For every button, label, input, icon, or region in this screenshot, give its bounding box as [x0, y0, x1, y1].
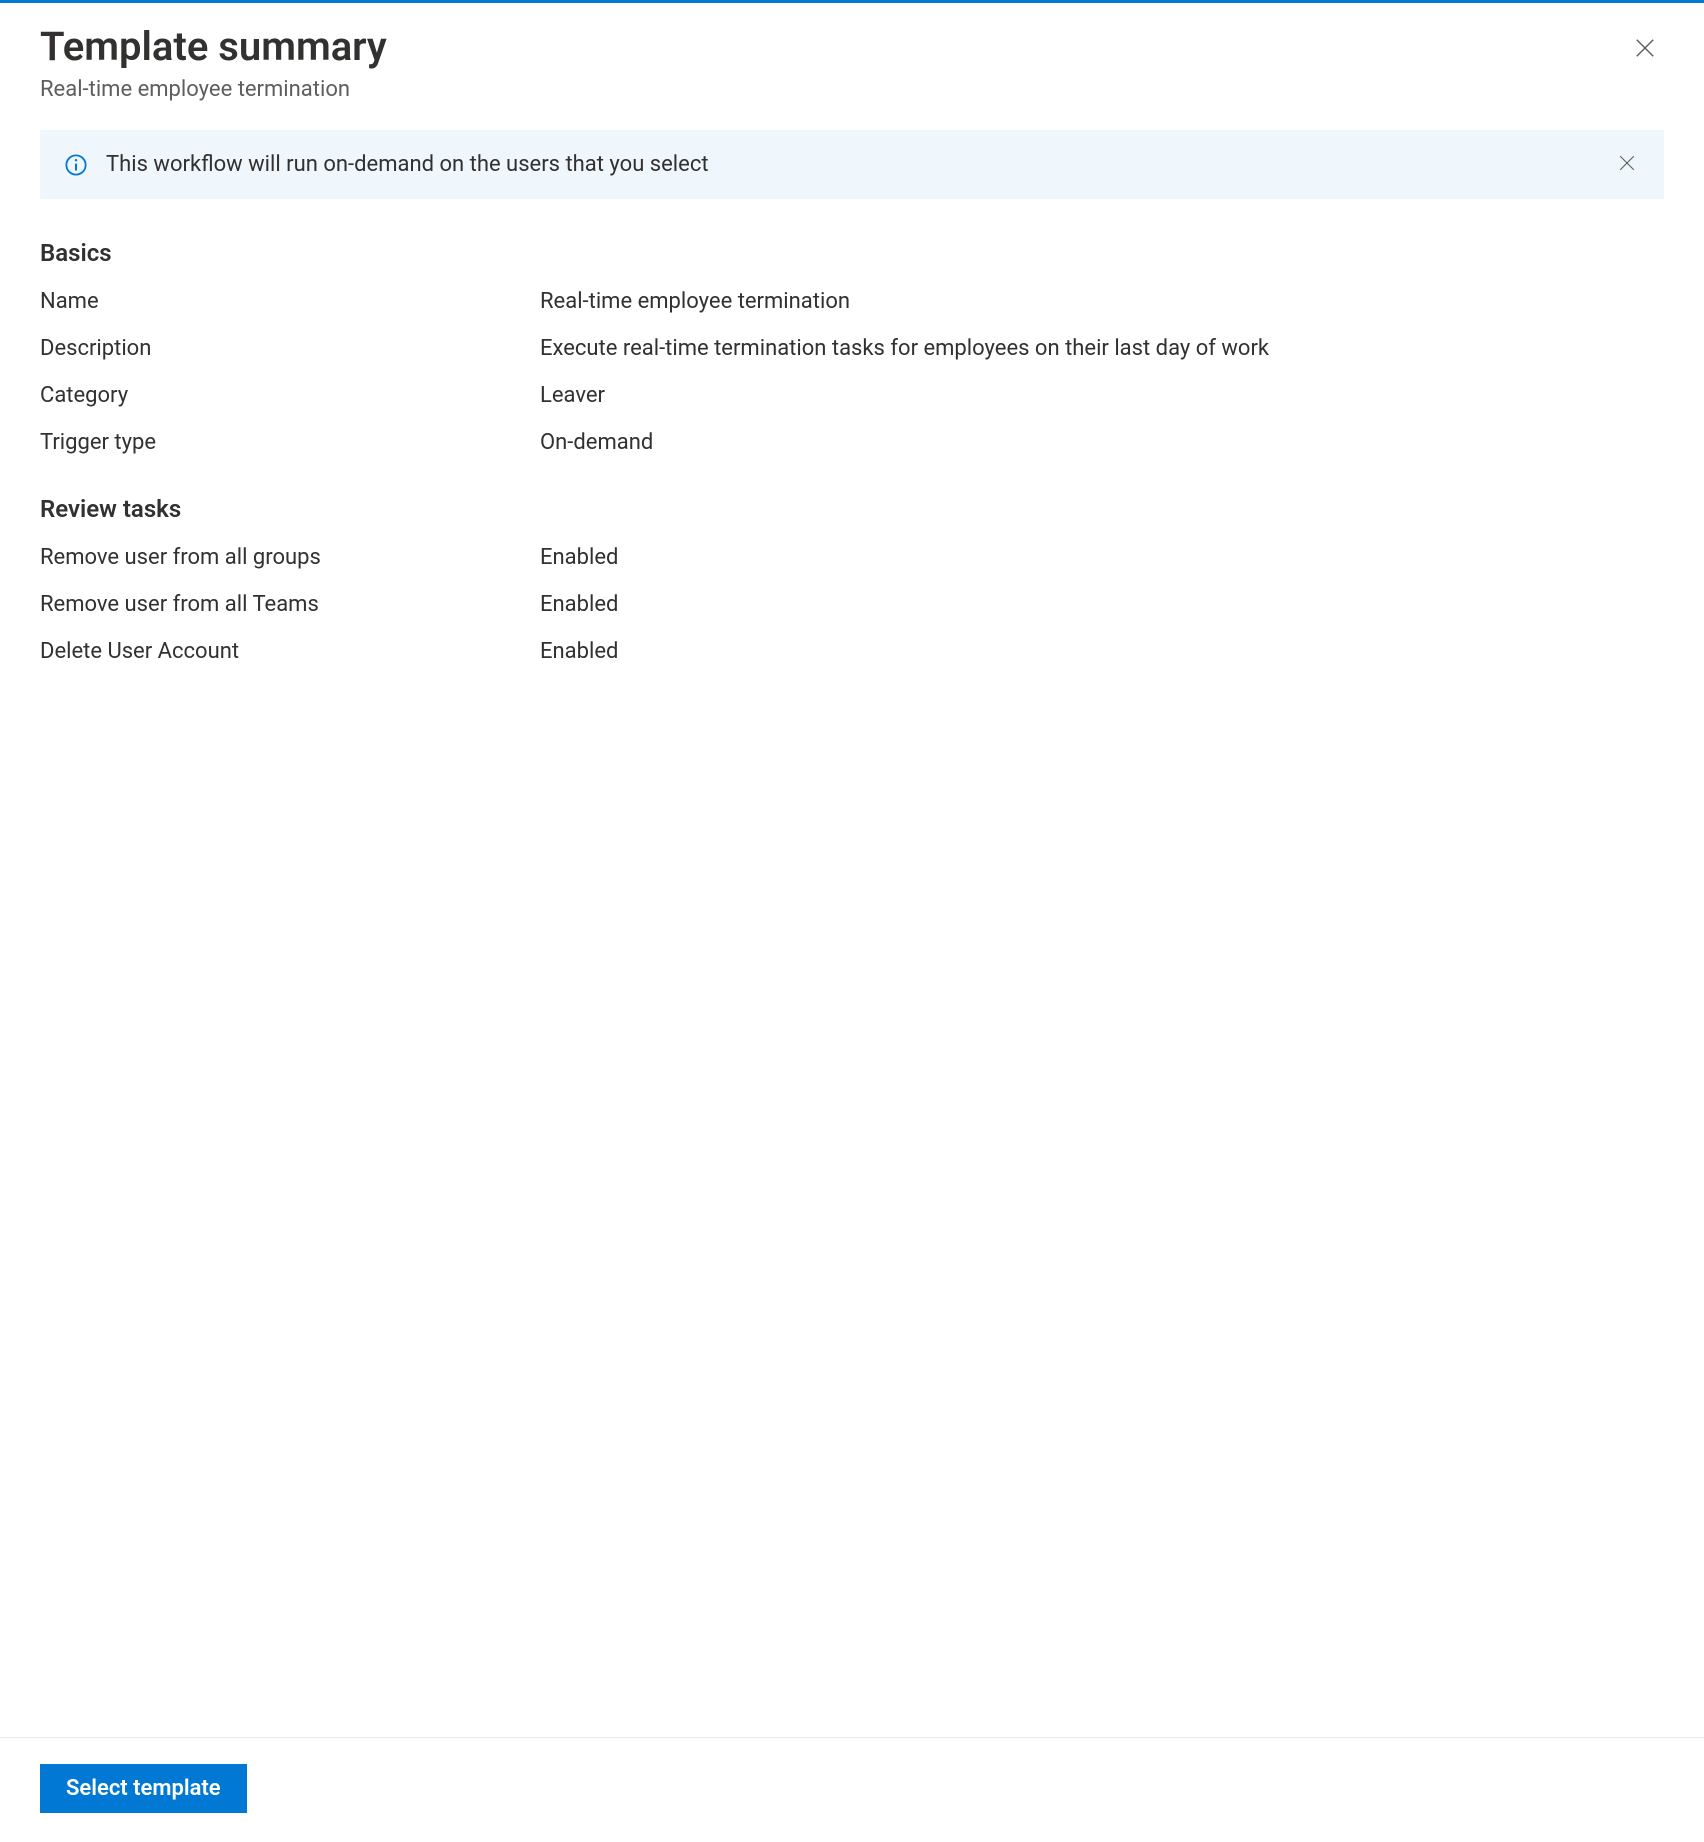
header-text-block: Template summary Real-time employee term…: [40, 23, 387, 102]
info-banner-text: This workflow will run on-demand on the …: [106, 152, 709, 177]
value-remove-groups: Enabled: [540, 541, 618, 574]
label-description: Description: [40, 332, 540, 365]
value-category: Leaver: [540, 379, 605, 412]
section-heading-basics: Basics: [40, 239, 1664, 267]
label-delete-user: Delete User Account: [40, 635, 540, 668]
template-summary-panel: Template summary Real-time employee term…: [0, 3, 1704, 1839]
dismiss-banner-button[interactable]: [1614, 150, 1640, 179]
basics-section: Basics Name Real-time employee terminati…: [40, 239, 1664, 459]
kv-row: Remove user from all Teams Enabled: [40, 588, 1664, 621]
kv-row: Trigger type On-demand: [40, 426, 1664, 459]
value-trigger-type: On-demand: [540, 426, 653, 459]
value-delete-user: Enabled: [540, 635, 618, 668]
select-template-button[interactable]: Select template: [40, 1764, 247, 1813]
label-trigger-type: Trigger type: [40, 426, 540, 459]
info-banner-content: This workflow will run on-demand on the …: [64, 152, 709, 177]
kv-row: Name Real-time employee termination: [40, 285, 1664, 318]
value-description: Execute real-time termination tasks for …: [540, 332, 1269, 365]
close-button[interactable]: [1626, 29, 1664, 70]
page-subtitle: Real-time employee termination: [40, 77, 387, 102]
page-title: Template summary: [40, 23, 387, 71]
label-remove-teams: Remove user from all Teams: [40, 588, 540, 621]
value-name: Real-time employee termination: [540, 285, 850, 318]
section-heading-tasks: Review tasks: [40, 495, 1664, 523]
label-category: Category: [40, 379, 540, 412]
panel-content: Basics Name Real-time employee terminati…: [0, 199, 1704, 1737]
label-remove-groups: Remove user from all groups: [40, 541, 540, 574]
label-name: Name: [40, 285, 540, 318]
kv-row: Remove user from all groups Enabled: [40, 541, 1664, 574]
kv-row: Delete User Account Enabled: [40, 635, 1664, 668]
value-remove-teams: Enabled: [540, 588, 618, 621]
panel-header: Template summary Real-time employee term…: [0, 3, 1704, 112]
kv-row: Description Execute real-time terminatio…: [40, 332, 1664, 365]
close-icon: [1634, 37, 1656, 62]
tasks-section: Review tasks Remove user from all groups…: [40, 495, 1664, 668]
panel-footer: Select template: [0, 1737, 1704, 1839]
kv-row: Category Leaver: [40, 379, 1664, 412]
info-icon: [64, 153, 88, 177]
close-icon: [1618, 154, 1636, 175]
info-banner: This workflow will run on-demand on the …: [40, 130, 1664, 199]
